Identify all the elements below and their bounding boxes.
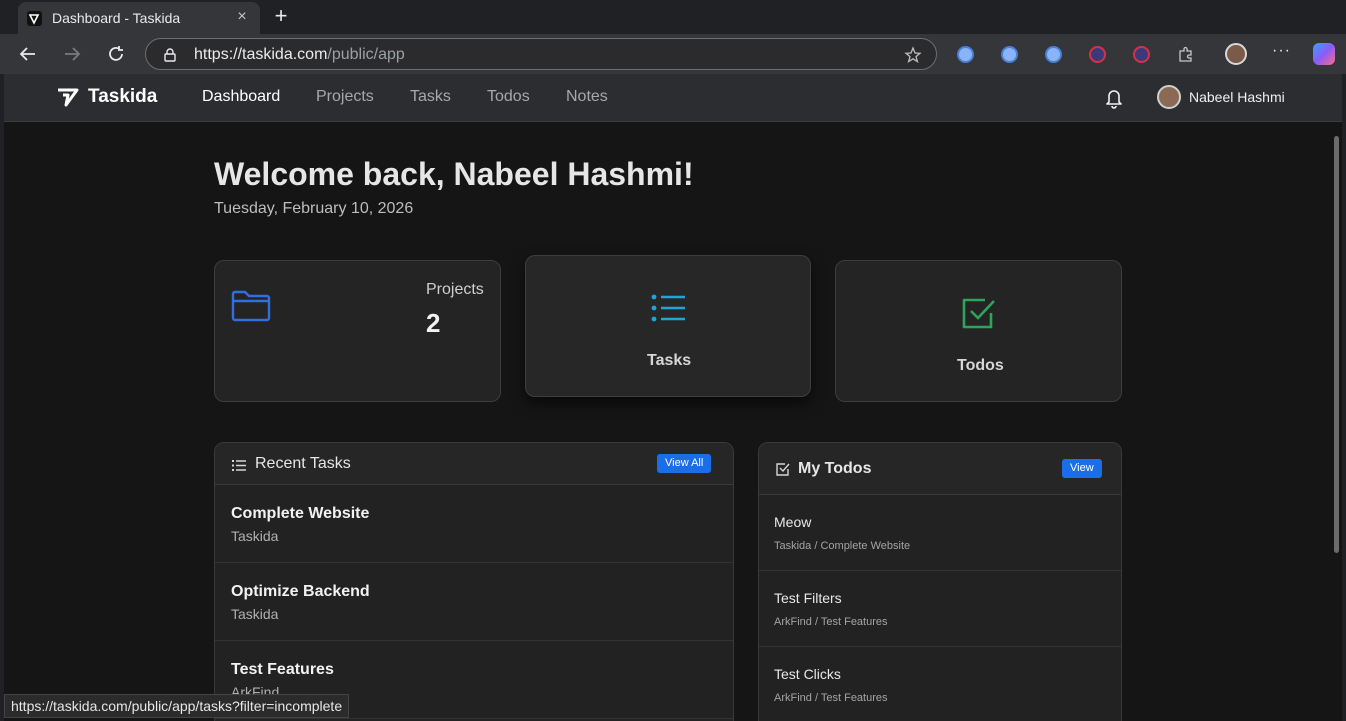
todo-title: Test Clicks <box>774 666 841 682</box>
welcome-heading: Welcome back, Nabeel Hashmi! <box>214 156 694 192</box>
view-all-tasks-button[interactable]: View All <box>657 454 712 473</box>
brand[interactable]: Taskida <box>56 86 157 108</box>
checkbox-icon <box>776 462 790 481</box>
todo-row[interactable]: Meow Taskida / Complete Website <box>759 495 1121 571</box>
bookmark-star-icon[interactable] <box>904 46 922 64</box>
task-project: Taskida <box>231 606 279 622</box>
taskida-logo-icon <box>58 88 79 107</box>
browser-tab[interactable]: Dashboard - Taskida × <box>18 2 260 34</box>
user-name: Nabeel Hashmi <box>1189 89 1285 105</box>
todos-card[interactable]: Todos <box>835 260 1122 402</box>
recent-tasks-panel: Recent Tasks View All Complete Website T… <box>214 442 734 721</box>
new-tab-button[interactable]: + <box>270 5 292 27</box>
task-title: Optimize Backend <box>231 583 370 600</box>
my-todos-title: My Todos <box>798 460 872 477</box>
back-icon[interactable] <box>16 42 40 66</box>
todo-title: Meow <box>774 514 812 530</box>
checkbox-checked-icon <box>961 295 997 336</box>
todo-path: ArkFind / Test Features <box>774 692 888 704</box>
brand-name: Taskida <box>88 86 158 107</box>
link-status-url: https://taskida.com/public/app/tasks?fil… <box>4 694 350 718</box>
task-row[interactable]: Complete Website Taskida <box>215 485 733 563</box>
my-todos-header: My Todos View <box>759 443 1121 495</box>
task-list-icon <box>651 294 687 327</box>
todo-row[interactable]: Test Clicks ArkFind / Test Features <box>759 647 1121 721</box>
app-navbar: Taskida Dashboard Projects Tasks Todos N… <box>4 74 1342 122</box>
copilot-icon[interactable] <box>1313 43 1335 65</box>
extension-globe-icon[interactable] <box>1001 46 1018 63</box>
extension-globe-icon[interactable] <box>1045 46 1062 63</box>
browser-profile-avatar[interactable] <box>1225 43 1247 65</box>
nav-projects[interactable]: Projects <box>316 88 374 106</box>
tasks-card-title: Tasks <box>647 352 692 369</box>
extension-record-icon[interactable] <box>1089 46 1106 63</box>
lock-icon[interactable] <box>162 47 178 63</box>
address-bar[interactable]: https://taskida.com/public/app <box>145 38 937 70</box>
task-project: Taskida <box>231 528 279 544</box>
browser-toolbar: https://taskida.com/public/app ··· <box>0 34 1346 74</box>
list-icon <box>232 458 246 476</box>
main-content: Welcome back, Nabeel Hashmi! Tuesday, Fe… <box>4 122 1342 721</box>
projects-card[interactable]: Projects 2 <box>214 260 501 402</box>
nav-notes[interactable]: Notes <box>566 88 608 106</box>
projects-count: 2 <box>426 308 441 338</box>
extension-globe-icon[interactable] <box>957 46 974 63</box>
browser-tabbar: Dashboard - Taskida × + <box>0 0 1346 34</box>
browser-menu-icon[interactable]: ··· <box>1272 42 1291 60</box>
my-todos-panel: My Todos View Meow Taskida / Complete We… <box>758 442 1122 721</box>
todo-row[interactable]: Test Filters ArkFind / Test Features <box>759 571 1121 647</box>
tab-close-icon[interactable]: × <box>232 7 252 27</box>
extensions-puzzle-icon[interactable] <box>1177 46 1194 63</box>
tab-title: Dashboard - Taskida <box>52 10 181 26</box>
task-row[interactable]: Optimize Backend Taskida <box>215 563 733 641</box>
user-avatar <box>1157 85 1181 109</box>
notification-bell-icon[interactable] <box>1104 87 1124 109</box>
url-path: /public/app <box>327 46 405 63</box>
nav-todos[interactable]: Todos <box>487 88 530 106</box>
current-date: Tuesday, February 10, 2026 <box>214 200 414 217</box>
projects-label: Projects <box>426 281 484 298</box>
nav-dashboard[interactable]: Dashboard <box>202 88 280 106</box>
task-title: Complete Website <box>231 505 370 522</box>
user-menu[interactable]: Nabeel Hashmi <box>1157 85 1285 109</box>
tasks-card[interactable]: Tasks <box>525 255 811 397</box>
todo-path: ArkFind / Test Features <box>774 616 888 628</box>
todo-title: Test Filters <box>774 590 842 606</box>
url-host: https://taskida.com <box>194 46 328 63</box>
url-text: https://taskida.com/public/app <box>194 46 405 64</box>
taskida-favicon-icon <box>27 11 42 26</box>
todo-path: Taskida / Complete Website <box>774 540 911 552</box>
recent-tasks-header: Recent Tasks View All <box>215 443 733 485</box>
forward-icon[interactable] <box>60 42 84 66</box>
nav-tasks[interactable]: Tasks <box>410 88 451 106</box>
todos-card-title: Todos <box>957 357 1004 374</box>
task-title: Test Features <box>231 661 334 678</box>
folder-icon <box>231 289 271 328</box>
view-todos-button[interactable]: View <box>1062 459 1102 478</box>
reload-icon[interactable] <box>104 42 128 66</box>
recent-tasks-title: Recent Tasks <box>255 455 351 472</box>
extension-record-icon[interactable] <box>1133 46 1150 63</box>
page-scrollbar[interactable] <box>1334 136 1339 553</box>
